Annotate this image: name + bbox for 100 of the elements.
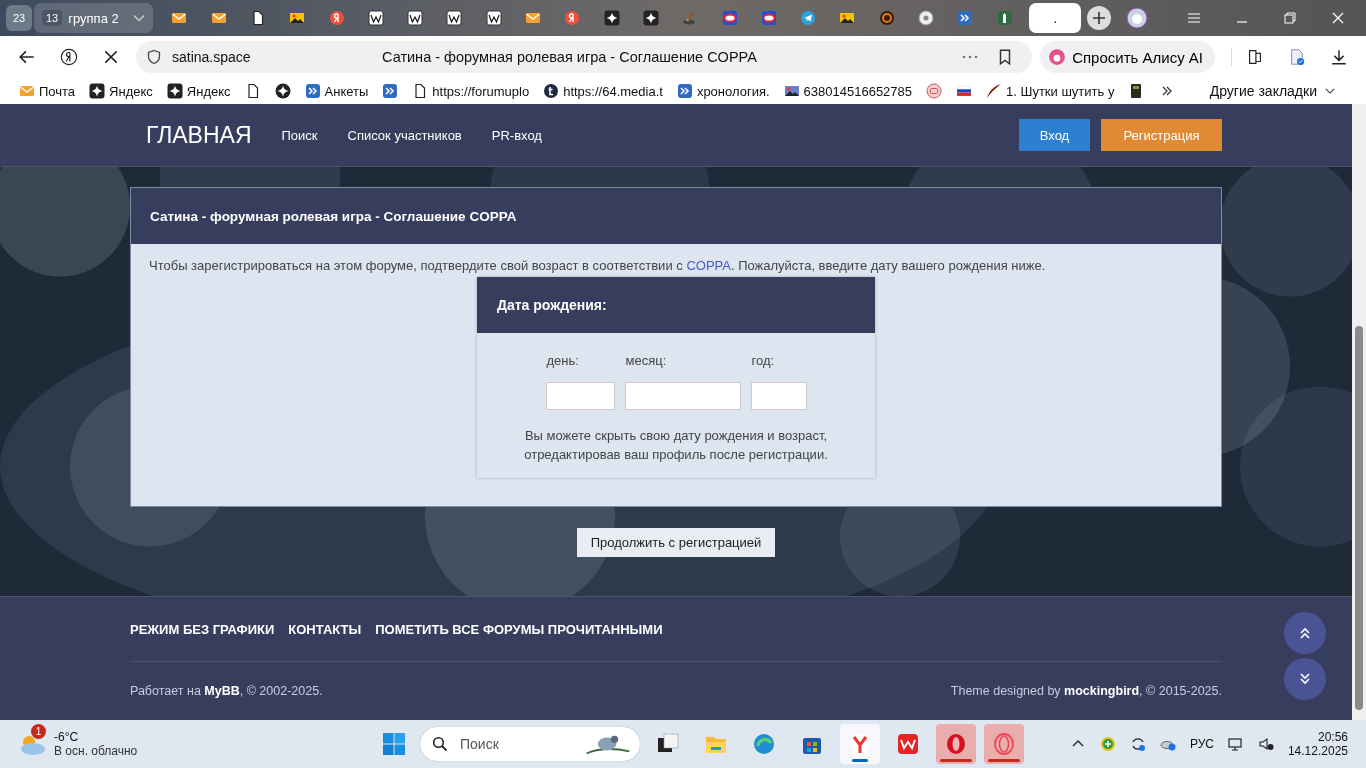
home-link[interactable]: ГЛАВНАЯ bbox=[146, 121, 252, 149]
wps-icon bbox=[896, 732, 920, 756]
chevrons-right-icon[interactable] bbox=[1161, 85, 1174, 97]
footer-link[interactable]: РЕЖИМ БЕЗ ГРАФИКИ bbox=[130, 621, 275, 637]
bookmark[interactable]: https://64.media.t bbox=[538, 83, 668, 99]
nav-link[interactable]: Поиск bbox=[281, 127, 318, 143]
circle-icon bbox=[543, 83, 560, 99]
nav-link[interactable]: PR-вход bbox=[491, 127, 542, 143]
picture-icon bbox=[783, 83, 800, 99]
tab-group[interactable]: 13 группа 2 bbox=[34, 3, 153, 33]
notification-badge: 1 bbox=[31, 724, 46, 739]
double-chevron-up-icon bbox=[1298, 626, 1312, 640]
language-indicator[interactable]: РУС bbox=[1189, 737, 1214, 751]
scroll-down-button[interactable] bbox=[1284, 658, 1326, 700]
envelope-icon bbox=[171, 10, 188, 26]
sparkle-icon bbox=[274, 83, 291, 99]
weather-widget[interactable]: 1 -6°C В осн. облачно bbox=[18, 723, 358, 765]
monitor-icon[interactable] bbox=[1227, 736, 1244, 752]
browser-tab[interactable]: . bbox=[1029, 3, 1082, 33]
back-icon[interactable] bbox=[18, 48, 36, 66]
bookmark[interactable]: Яндекс bbox=[161, 83, 236, 99]
privacy-note: Вы можете скрыть свою дату рождения и возраст, отредактировав ваш профиль после регистрации. bbox=[523, 427, 829, 464]
alice-button[interactable]: Спросить Алису AI bbox=[1040, 41, 1215, 73]
plus-icon bbox=[1091, 10, 1108, 26]
group-count: 13 bbox=[42, 10, 63, 26]
footer-link[interactable]: КОНТАКТЫ bbox=[288, 621, 362, 637]
url-text: satina.space bbox=[172, 49, 252, 65]
search-field[interactable]: Поиск bbox=[420, 727, 640, 761]
time-text: 20:56 bbox=[1317, 730, 1348, 744]
chevrons-icon bbox=[676, 83, 693, 99]
bookmark[interactable]: 638014516652785 bbox=[778, 83, 918, 99]
envelope-icon bbox=[525, 10, 542, 26]
bookmark[interactable]: Яндекс bbox=[84, 83, 158, 99]
tabs-icon[interactable] bbox=[1231, 48, 1264, 66]
plus-circle-icon[interactable] bbox=[1099, 736, 1116, 752]
picture-icon bbox=[289, 10, 306, 26]
download-icon[interactable] bbox=[1330, 48, 1348, 66]
intro-text: Чтобы зарегистрироваться на этом форуме, подтвердите свой возраст в соответствии с COPPA. Пожалуйста, введите дату вашего рождения ниже. bbox=[148, 258, 1046, 273]
tab-counter[interactable]: 23 bbox=[6, 5, 32, 31]
windows-start-icon[interactable] bbox=[382, 732, 406, 756]
group-label: группа 2 bbox=[68, 10, 119, 26]
mybb-link[interactable]: MyBB bbox=[204, 684, 240, 698]
extension-icon[interactable] bbox=[1288, 48, 1306, 66]
clock[interactable]: 20:56 14.12.2025 bbox=[1287, 730, 1348, 758]
search-icon bbox=[432, 736, 448, 752]
bookmark[interactable]: Почта bbox=[14, 83, 81, 99]
round-logo-icon bbox=[564, 10, 581, 26]
sparkle-icon bbox=[603, 10, 620, 26]
orb-icon bbox=[878, 10, 895, 26]
login-button[interactable]: Вход bbox=[1019, 119, 1090, 151]
chevrons-icon bbox=[382, 83, 399, 99]
new-tab-button[interactable] bbox=[1087, 6, 1112, 30]
chevrons-icon bbox=[304, 83, 321, 99]
scrollbar[interactable] bbox=[1352, 104, 1366, 720]
close-icon[interactable] bbox=[1330, 10, 1346, 26]
shield-icon bbox=[146, 49, 162, 65]
round-logo-icon bbox=[328, 10, 345, 26]
ring-icon bbox=[760, 10, 777, 26]
date-input[interactable] bbox=[750, 382, 807, 410]
search-placeholder: Поиск bbox=[460, 736, 500, 752]
restore-icon[interactable] bbox=[1282, 10, 1298, 26]
scroll-up-button[interactable] bbox=[1284, 612, 1326, 654]
square-icon bbox=[367, 10, 384, 26]
more-icon[interactable] bbox=[962, 55, 979, 59]
opera-icon bbox=[944, 732, 968, 756]
stop-icon[interactable] bbox=[102, 48, 120, 66]
other-bookmarks[interactable]: Другие закладки bbox=[1204, 83, 1340, 99]
ring-icon bbox=[992, 732, 1016, 756]
edge-icon bbox=[752, 732, 776, 756]
bookmark[interactable]: хронология. bbox=[671, 83, 775, 99]
menu-icon[interactable] bbox=[1186, 10, 1202, 26]
alice-icon bbox=[1048, 48, 1067, 66]
browser-icon bbox=[848, 732, 872, 756]
address-bar[interactable]: satina.space Сатина - форумная ролевая игра - Соглашение COPPA bbox=[136, 41, 1033, 73]
date-input[interactable] bbox=[545, 382, 615, 410]
field-label: год: bbox=[750, 353, 776, 368]
speaker-muted-icon[interactable] bbox=[1257, 736, 1274, 752]
bookmark[interactable]: Анкеты bbox=[299, 83, 374, 99]
tower-icon bbox=[996, 10, 1013, 26]
double-chevron-down-icon bbox=[1298, 672, 1312, 686]
avatar-icon[interactable] bbox=[1126, 7, 1148, 29]
bookmark[interactable]: https://forumuplo bbox=[407, 83, 535, 99]
square-icon bbox=[446, 10, 463, 26]
theme-credit-text: Theme designed by mockingbird, © 2015-2025. bbox=[950, 684, 1222, 698]
nav-link[interactable]: Список участников bbox=[347, 127, 462, 143]
sparkle-icon bbox=[166, 83, 183, 99]
date-input[interactable] bbox=[624, 382, 741, 410]
panel-title: Сатина - форумная ролевая игра - Соглашение COPPA bbox=[150, 208, 517, 224]
birthdate-title: Дата рождения: bbox=[497, 297, 607, 313]
paper-plane-icon bbox=[800, 10, 817, 26]
bookmark[interactable]: 1. Шутки шутить у bbox=[981, 83, 1120, 99]
ring-icon bbox=[721, 10, 738, 26]
yandex-logo-icon[interactable] bbox=[60, 48, 78, 66]
continue-button[interactable]: Продолжить с регистрацией bbox=[576, 528, 776, 557]
picture-icon bbox=[839, 10, 856, 26]
field-label: день: bbox=[545, 353, 580, 368]
temperature: -6°C bbox=[54, 730, 80, 744]
footer-link[interactable]: ПОМЕТИТЬ ВСЕ ФОРУМЫ ПРОЧИТАННЫМИ bbox=[375, 621, 663, 637]
coppa-link[interactable]: COPPA bbox=[686, 258, 731, 273]
envelope-icon bbox=[210, 10, 227, 26]
